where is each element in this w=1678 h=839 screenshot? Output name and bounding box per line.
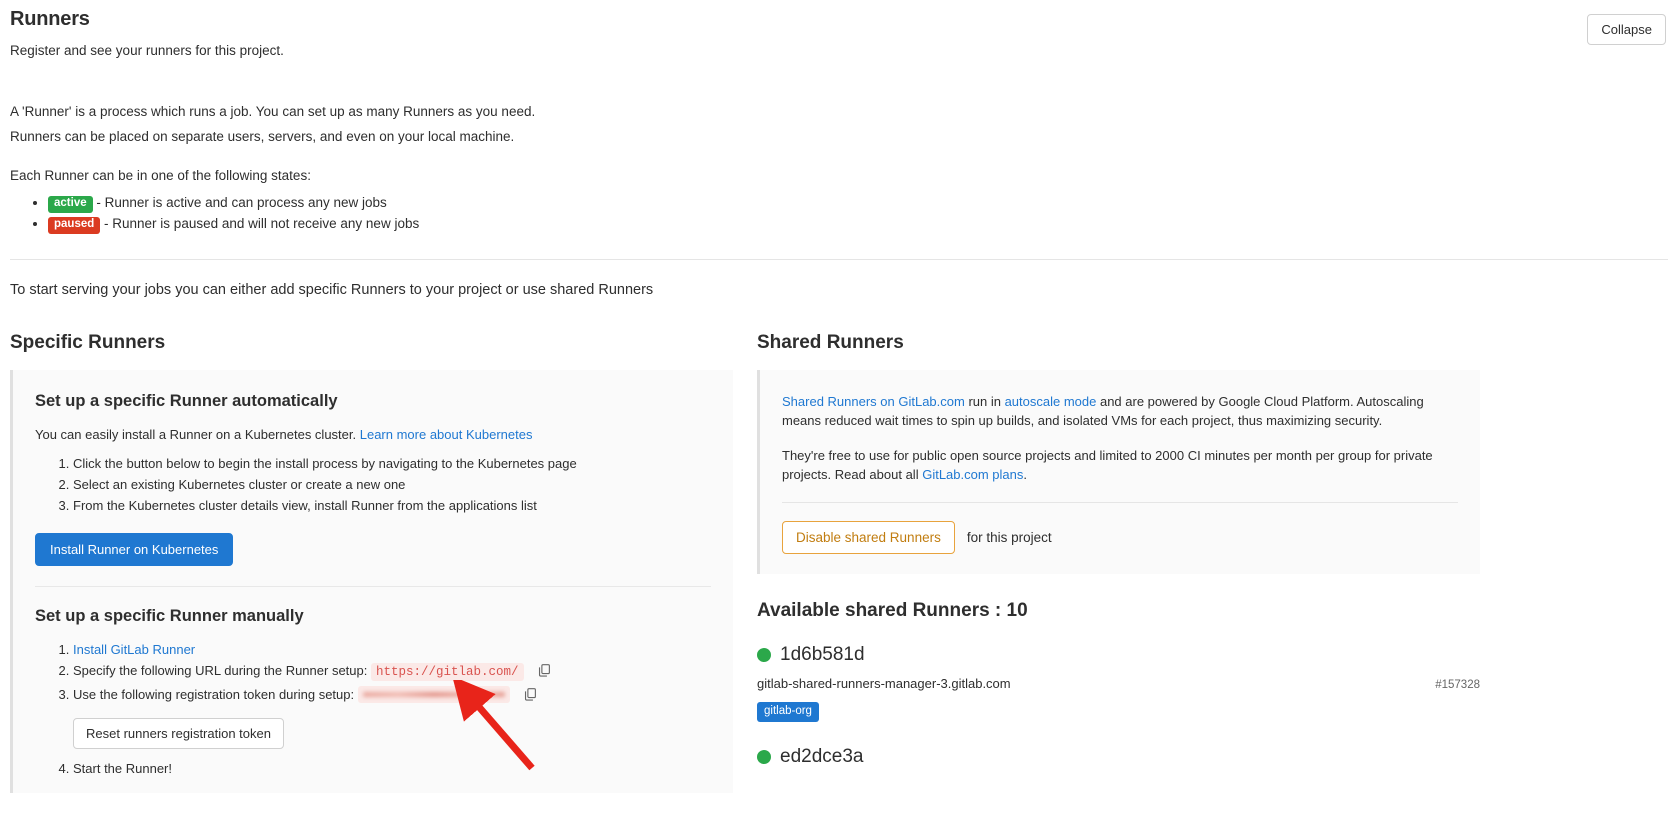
runner-header: 1d6b581d [757, 644, 1480, 666]
page-subtitle: Register and see your runners for this p… [10, 43, 284, 58]
disable-shared-runners-row: Disable shared Runners for this project [782, 521, 1458, 554]
auto-setup-heading: Set up a specific Runner automatically [35, 392, 338, 410]
gitlab-plans-link[interactable]: GitLab.com plans [922, 467, 1023, 482]
state-item-active: active - Runner is active and can proces… [48, 193, 1668, 213]
status-badge-active: active [48, 196, 93, 213]
runner-states-list: active - Runner is active and can proces… [10, 193, 1668, 234]
state-paused-text: - Runner is paused and will not receive … [104, 216, 420, 231]
shared-panel-divider [782, 502, 1458, 503]
shared-runners-panel: Shared Runners on GitLab.com run in auto… [757, 370, 1480, 574]
runners-settings-page: Collapse Runners Register and see your r… [0, 8, 1678, 839]
intro-line-2: Runners can be placed on separate users,… [10, 129, 515, 144]
runner-meta: gitlab-shared-runners-manager-3.gitlab.c… [757, 676, 1480, 691]
shared-para2-end: . [1023, 467, 1027, 482]
states-intro: Each Runner can be in one of the followi… [10, 168, 311, 183]
status-badge-paused: paused [48, 217, 101, 234]
manual-step-2-text: Specify the following URL during the Run… [73, 663, 368, 678]
auto-setup-intro: You can easily install a Runner on a Kub… [35, 425, 711, 444]
runner-tag[interactable]: gitlab-org [757, 702, 819, 722]
learn-more-kubernetes-link[interactable]: Learn more about Kubernetes [360, 427, 533, 442]
registration-token-value [357, 686, 510, 703]
runner-status-dot [757, 749, 771, 764]
runner-url-value: https://gitlab.com/ [370, 663, 524, 681]
auto-step-3: From the Kubernetes cluster details view… [73, 496, 711, 516]
disable-suffix-label: for this project [966, 530, 1052, 545]
runner-name[interactable]: 1d6b581d [780, 644, 865, 666]
runner-host: gitlab-shared-runners-manager-3.gitlab.c… [757, 676, 1011, 691]
manual-step-2: Specify the following URL during the Run… [73, 661, 711, 684]
shared-para2-text: They're free to use for public open sour… [782, 448, 1433, 482]
runner-status-dot [757, 648, 771, 662]
shared-runners-column: Shared Runners Shared Runners on GitLab.… [745, 332, 1480, 793]
specific-runners-column: Specific Runners Set up a specific Runne… [10, 332, 745, 793]
shared-runner-item[interactable]: ed2dce3a [757, 746, 1480, 768]
shared-runner-item[interactable]: 1d6b581d gitlab-shared-runners-manager-3… [757, 644, 1480, 722]
auto-setup-intro-text: You can easily install a Runner on a Kub… [35, 427, 357, 442]
specific-runners-title: Specific Runners [10, 332, 166, 353]
runner-header: ed2dce3a [757, 746, 1480, 768]
shared-runners-title: Shared Runners [757, 332, 904, 353]
auto-step-2: Select an existing Kubernetes cluster or… [73, 475, 711, 495]
manual-setup-steps: Install GitLab Runner Specify the follow… [35, 640, 711, 708]
manual-step-3: Use the following registration token dur… [73, 685, 711, 708]
state-active-text: - Runner is active and can process any n… [96, 195, 387, 210]
runners-columns: Specific Runners Set up a specific Runne… [10, 332, 1668, 793]
copy-url-icon[interactable] [537, 663, 552, 684]
shared-runners-paragraph-2: They're free to use for public open sour… [782, 446, 1458, 484]
install-runner-kubernetes-button[interactable]: Install Runner on Kubernetes [35, 533, 234, 566]
divider [10, 259, 1668, 260]
manual-setup-steps-cont: Start the Runner! [35, 759, 711, 779]
autoscale-mode-link[interactable]: autoscale mode [1005, 394, 1097, 409]
manual-step-3-text: Use the following registration token dur… [73, 687, 355, 702]
manual-step-1: Install GitLab Runner [73, 640, 711, 660]
runner-id: #157328 [1435, 679, 1480, 691]
intro-block: A 'Runner' is a process which runs a job… [10, 102, 1668, 234]
intro-line-1: A 'Runner' is a process which runs a job… [10, 104, 536, 119]
shared-runners-paragraph-1: Shared Runners on GitLab.com run in auto… [782, 392, 1458, 430]
disable-shared-runners-button[interactable]: Disable shared Runners [782, 521, 955, 554]
page-title: Runners [10, 8, 90, 30]
auto-step-1: Click the button below to begin the inst… [73, 454, 711, 474]
install-gitlab-runner-link[interactable]: Install GitLab Runner [73, 642, 195, 657]
panel-divider [35, 586, 711, 587]
reset-registration-token-button[interactable]: Reset runners registration token [73, 718, 284, 749]
manual-step-4: Start the Runner! [73, 759, 711, 779]
runner-name[interactable]: ed2dce3a [780, 746, 863, 768]
state-item-paused: paused - Runner is paused and will not r… [48, 214, 1668, 234]
available-shared-runners-title: Available shared Runners : 10 [757, 600, 1028, 621]
copy-token-icon[interactable] [523, 687, 538, 708]
serving-instructions: To start serving your jobs you can eithe… [10, 282, 654, 298]
reset-token-wrapper: Reset runners registration token [73, 718, 711, 749]
auto-setup-steps: Click the button below to begin the inst… [35, 454, 711, 516]
shared-runners-gitlab-link[interactable]: Shared Runners on GitLab.com [782, 394, 965, 409]
manual-setup-heading: Set up a specific Runner manually [35, 607, 304, 625]
specific-runners-panel: Set up a specific Runner automatically Y… [10, 370, 733, 793]
collapse-button[interactable]: Collapse [1587, 14, 1666, 45]
shared-para1-mid: run in [964, 394, 1005, 409]
